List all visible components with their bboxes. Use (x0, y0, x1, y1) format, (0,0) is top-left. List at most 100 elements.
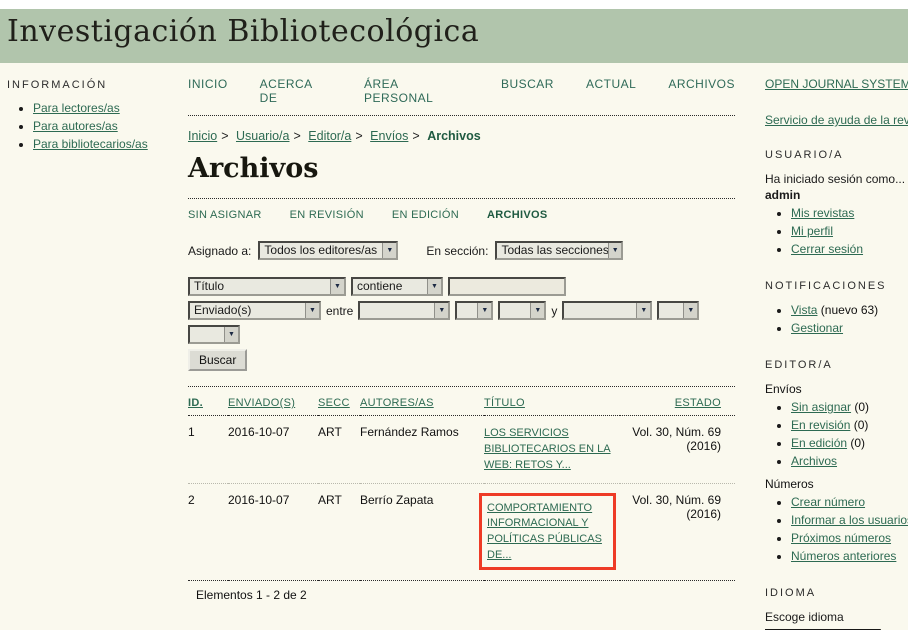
proximos-numeros-link[interactable]: Próximos números (791, 531, 891, 545)
list-item: Cerrar sesión (791, 242, 908, 256)
mis-revistas-link[interactable]: Mis revistas (791, 206, 854, 220)
nav-buscar[interactable]: BUSCAR (501, 77, 554, 105)
numeros-anteriores-link[interactable]: Números anteriores (791, 549, 896, 563)
sort-titulo[interactable]: TÍTULO (484, 397, 525, 409)
list-item: Para autores/as (33, 119, 182, 133)
nav-acerca-de[interactable]: ACERCA DE (260, 77, 332, 105)
crear-numero-link[interactable]: Crear número (791, 495, 865, 509)
sin-asignar-link[interactable]: Sin asignar (791, 400, 851, 414)
nav-area-personal[interactable]: ÁREA PERSONAL (364, 77, 469, 105)
link-para-autores[interactable]: Para autores/as (33, 119, 118, 133)
assigned-filter-select[interactable]: Todos los editores/as ▼ (258, 241, 398, 260)
list-item: En edición (0) (791, 436, 908, 450)
main-content: INICIO ACERCA DE ÁREA PERSONAL BUSCAR AC… (188, 75, 735, 630)
right-sidebar: OPEN JOURNAL SYSTEMS Servicio de ayuda d… (765, 77, 908, 630)
dropdown-arrow-icon[interactable]: ▼ (608, 243, 621, 258)
list-item: En revisión (0) (791, 418, 908, 432)
dropdown-arrow-icon[interactable]: ▼ (636, 303, 650, 318)
cell-autores: Berrío Zapata (360, 483, 484, 580)
nav-inicio[interactable]: INICIO (188, 77, 228, 105)
nav-actual[interactable]: ACTUAL (586, 77, 636, 105)
dropdown-arrow-icon[interactable]: ▼ (477, 303, 491, 318)
divider (188, 115, 735, 116)
cell-estado: Vol. 30, Núm. 69 (2016) (620, 483, 735, 580)
submission-title-link[interactable]: LOS SERVICIOS BIBLIOTECARIOS EN LA WEB: … (484, 427, 611, 471)
list-item: Informar a los usuarios/as (791, 513, 908, 527)
dropdown-arrow-icon[interactable]: ▼ (683, 303, 697, 318)
dropdown-arrow-icon[interactable]: ▼ (427, 279, 441, 294)
list-item: Próximos números (791, 531, 908, 545)
archivos-link[interactable]: Archivos (791, 454, 837, 468)
user-heading: USUARIO/A (765, 149, 908, 161)
tab-en-edicion[interactable]: EN EDICIÓN (392, 209, 459, 221)
search-query-input[interactable] (448, 277, 566, 296)
tab-sin-asignar[interactable]: SIN ASIGNAR (188, 209, 262, 221)
section-filter-select[interactable]: Todas las secciones ▼ (495, 241, 623, 260)
sort-enviado[interactable]: ENVIADO(S) (228, 397, 295, 409)
breadcrumb-inicio[interactable]: Inicio (188, 129, 217, 143)
list-item: Para lectores/as (33, 101, 182, 115)
date-to-day-select[interactable]: ▼ (657, 301, 699, 320)
highlight-box: COMPORTAMIENTO INFORMACIONAL Y POLÍTICAS… (479, 493, 616, 570)
breadcrumb-usuario[interactable]: Usuario/a (236, 129, 290, 143)
left-sidebar: INFORMACIÓN Para lectores/as Para autore… (7, 79, 182, 155)
search-operator-select[interactable]: contiene ▼ (351, 277, 443, 296)
list-item: Números anteriores (791, 549, 908, 563)
vista-link[interactable]: Vista (791, 303, 817, 317)
search-row-extra: ▼ (188, 325, 735, 344)
buscar-button[interactable]: Buscar (188, 349, 247, 371)
link-para-bibliotecarios[interactable]: Para bibliotecarios/as (33, 137, 148, 151)
dropdown-arrow-icon[interactable]: ▼ (330, 279, 344, 294)
sort-autores[interactable]: AUTORES/AS (360, 397, 434, 409)
mi-perfil-link[interactable]: Mi perfil (791, 224, 833, 238)
date-field-select[interactable]: Enviado(s) ▼ (188, 301, 321, 320)
date-from-month-select[interactable]: ▼ (358, 301, 450, 320)
en-revision-link[interactable]: En revisión (791, 418, 850, 432)
nav-archivos[interactable]: ARCHIVOS (668, 77, 735, 105)
dropdown-arrow-icon[interactable]: ▼ (434, 303, 448, 318)
journal-title: Investigación Bibliotecológica (7, 14, 908, 49)
sort-secc[interactable]: SECC (318, 397, 350, 409)
tab-archivos[interactable]: ARCHIVOS (487, 209, 547, 221)
informar-usuarios-link[interactable]: Informar a los usuarios/as (791, 513, 908, 527)
gestionar-link[interactable]: Gestionar (791, 321, 843, 335)
pagination-info: Elementos 1 - 2 de 2 (188, 581, 735, 602)
search-row-field: Título ▼ contiene ▼ (188, 277, 735, 296)
search-field-select[interactable]: Título ▼ (188, 277, 346, 296)
search-form: Título ▼ contiene ▼ Enviado(s) ▼ entre ▼ (188, 277, 735, 371)
cerrar-sesion-link[interactable]: Cerrar sesión (791, 242, 863, 256)
submission-title-link[interactable]: COMPORTAMIENTO INFORMACIONAL Y POLÍTICAS… (487, 502, 602, 562)
date-from-day-select[interactable]: ▼ (455, 301, 493, 320)
date-from-year-select[interactable]: ▼ (498, 301, 546, 320)
list-item: Crear número (791, 495, 908, 509)
user-block: USUARIO/A Ha iniciado sesión como... adm… (765, 149, 908, 256)
queue-tabs: SIN ASIGNAR EN REVISIÓN EN EDICIÓN ARCHI… (188, 209, 735, 221)
breadcrumb-separator: > (221, 129, 228, 143)
sort-estado[interactable]: ESTADO (675, 397, 721, 409)
ojs-link[interactable]: OPEN JOURNAL SYSTEMS (765, 77, 908, 91)
dropdown-arrow-icon[interactable]: ▼ (530, 303, 544, 318)
breadcrumb-separator: > (293, 129, 300, 143)
and-label: y (551, 304, 557, 318)
cell-enviado: 2016-10-07 (228, 416, 318, 484)
date-to-year-select[interactable]: ▼ (188, 325, 240, 344)
journal-help-link[interactable]: Servicio de ayuda de la revista (765, 113, 908, 127)
language-block: IDIOMA Escoge idioma Español (España) ▼ … (765, 587, 908, 630)
dropdown-arrow-icon[interactable]: ▼ (305, 303, 319, 318)
sort-id[interactable]: ID. (188, 397, 203, 409)
page-title: Archivos (188, 153, 735, 184)
dropdown-arrow-icon[interactable]: ▼ (382, 243, 396, 258)
information-heading: INFORMACIÓN (7, 79, 182, 91)
list-item: Vista (nuevo 63) (791, 303, 908, 317)
dropdown-arrow-icon[interactable]: ▼ (224, 327, 238, 342)
link-para-lectores[interactable]: Para lectores/as (33, 101, 120, 115)
primary-nav: INICIO ACERCA DE ÁREA PERSONAL BUSCAR AC… (188, 77, 735, 105)
filter-row: Asignado a: Todos los editores/as ▼ En s… (188, 241, 735, 260)
count-suffix: (0) (850, 418, 868, 432)
breadcrumb-envios[interactable]: Envíos (370, 129, 408, 143)
breadcrumb-editor[interactable]: Editor/a (308, 129, 351, 143)
en-edicion-link[interactable]: En edición (791, 436, 847, 450)
between-label: entre (326, 304, 353, 318)
tab-en-revision[interactable]: EN REVISIÓN (290, 209, 364, 221)
date-to-month-select[interactable]: ▼ (562, 301, 652, 320)
